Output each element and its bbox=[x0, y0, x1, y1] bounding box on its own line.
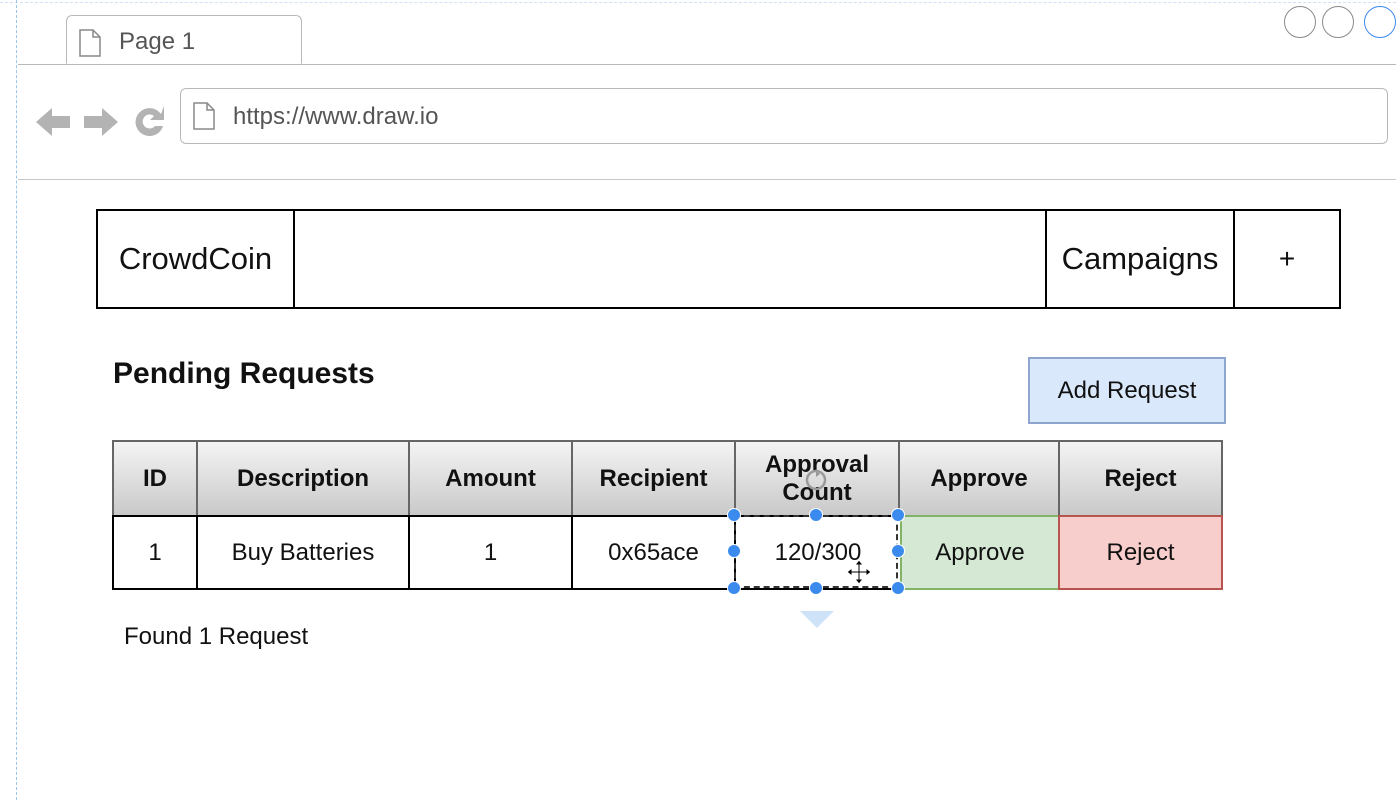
cell-description: Buy Batteries bbox=[198, 517, 410, 588]
canvas-guide-left bbox=[16, 0, 17, 800]
app-header: CrowdCoin Campaigns + bbox=[96, 209, 1341, 309]
page-icon bbox=[79, 29, 101, 57]
resize-handle[interactable] bbox=[727, 508, 741, 522]
request-count: Found 1 Request bbox=[124, 623, 309, 650]
resize-handle[interactable] bbox=[727, 581, 741, 595]
add-campaign-button[interactable]: + bbox=[1235, 211, 1339, 307]
rotate-icon[interactable] bbox=[805, 469, 827, 491]
window-circle-icon[interactable] bbox=[1322, 6, 1354, 38]
resize-handle[interactable] bbox=[809, 508, 823, 522]
move-cursor-icon bbox=[846, 559, 872, 585]
cell-approval-count[interactable]: 120/300 bbox=[736, 517, 900, 588]
url-bar[interactable]: https://www.draw.io bbox=[180, 88, 1388, 144]
browser-navbar: https://www.draw.io bbox=[18, 64, 1396, 180]
arrow-right-icon[interactable] bbox=[82, 102, 120, 142]
cell-recipient: 0x65ace bbox=[573, 517, 736, 588]
cell-amount: 1 bbox=[410, 517, 573, 588]
column-header: Reject bbox=[1104, 464, 1177, 492]
window-circle-icon[interactable] bbox=[1364, 6, 1396, 38]
tab-strip: Page 1 bbox=[18, 0, 1396, 65]
header-spacer bbox=[295, 211, 1047, 307]
approve-button[interactable]: Approve bbox=[900, 515, 1060, 590]
cell-id: 1 bbox=[114, 517, 198, 588]
resize-handle[interactable] bbox=[891, 581, 905, 595]
window-circle-icon[interactable] bbox=[1284, 6, 1316, 38]
reload-icon[interactable] bbox=[130, 102, 168, 142]
browser-tab[interactable]: Page 1 bbox=[66, 15, 302, 64]
url-text: https://www.draw.io bbox=[233, 103, 439, 130]
arrow-left-icon[interactable] bbox=[34, 102, 72, 142]
resize-handle[interactable] bbox=[891, 544, 905, 558]
chevron-down-icon[interactable] bbox=[800, 609, 834, 629]
tab-label: Page 1 bbox=[119, 28, 196, 55]
column-header: Amount bbox=[410, 442, 573, 515]
reject-button[interactable]: Reject bbox=[1058, 515, 1223, 590]
column-header: Recipient bbox=[573, 442, 736, 515]
column-header: Approve bbox=[900, 442, 1060, 515]
add-request-button[interactable]: Add Request bbox=[1028, 357, 1226, 424]
column-header: Description bbox=[198, 442, 410, 515]
table-row: 1 Buy Batteries 1 0x65ace 120/300 Approv… bbox=[112, 515, 1223, 590]
brand-logo[interactable]: CrowdCoin bbox=[98, 211, 295, 307]
page-title: Pending Requests bbox=[113, 357, 375, 390]
column-header: ID bbox=[114, 442, 198, 515]
page-icon bbox=[193, 102, 215, 130]
resize-handle[interactable] bbox=[727, 544, 741, 558]
resize-handle[interactable] bbox=[809, 581, 823, 595]
table-header-row: ID Description Amount Recipient Approval… bbox=[112, 440, 1223, 515]
campaigns-link[interactable]: Campaigns bbox=[1047, 211, 1235, 307]
resize-handle[interactable] bbox=[891, 508, 905, 522]
